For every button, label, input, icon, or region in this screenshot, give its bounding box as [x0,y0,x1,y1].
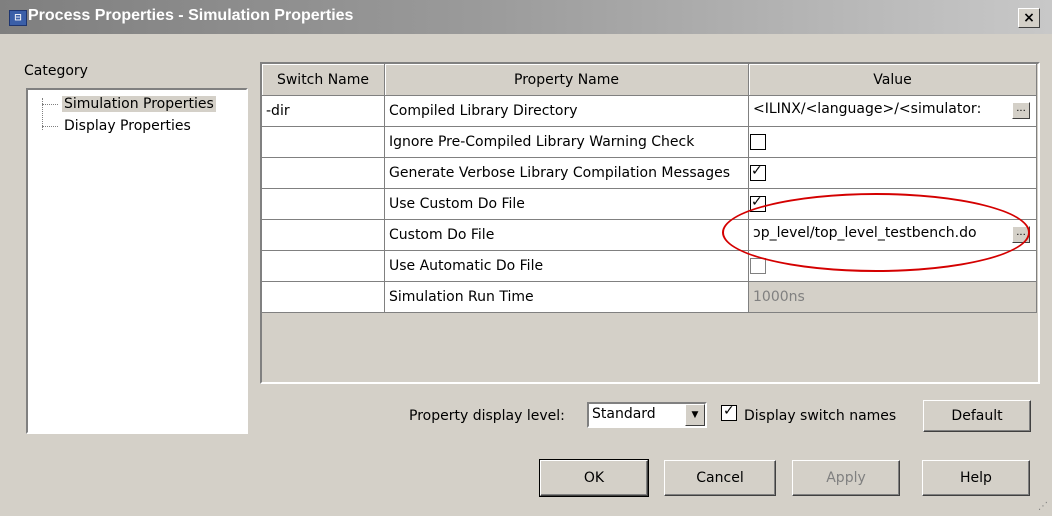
window-title: Process Properties - Simulation Properti… [28,7,354,24]
switch-cell [262,126,385,158]
checkmark-icon: ✓ [751,163,763,179]
apply-button[interactable]: Apply [792,460,900,496]
simulation-run-time-value: 1000ns [753,289,805,305]
tree-item-display-properties[interactable]: Display Properties [42,116,193,136]
value-cell[interactable]: ✓ [748,188,1037,220]
switch-cell [262,157,385,189]
value-cell[interactable]: ɔp_level/top_level_testbench.do ... [748,219,1037,251]
value-cell[interactable] [748,250,1037,282]
property-table: Switch Name Property Name Value -dir Com… [262,64,1037,313]
property-display-level-value: Standard [592,406,656,422]
column-header-value[interactable]: Value [748,64,1037,96]
table-row[interactable]: Use Custom Do File ✓ [262,188,1037,220]
display-switch-names-label[interactable]: Display switch names [744,408,896,424]
tree-item-label: Display Properties [64,118,191,134]
property-grid[interactable]: Switch Name Property Name Value -dir Com… [260,62,1040,384]
table-row[interactable]: Custom Do File ɔp_level/top_level_testbe… [262,219,1037,251]
browse-button[interactable]: ... [1012,226,1030,243]
ignore-warning-checkbox[interactable] [750,134,766,150]
category-label: Category [24,63,88,79]
tree-item-label: Simulation Properties [62,96,216,112]
table-row[interactable]: Ignore Pre-Compiled Library Warning Chec… [262,126,1037,158]
property-name-cell: Use Automatic Do File [384,250,749,282]
resize-grip-icon[interactable]: ⋰ [1038,501,1048,512]
help-button[interactable]: Help [922,460,1030,496]
table-row[interactable]: Generate Verbose Library Compilation Mes… [262,157,1037,189]
switch-cell: -dir [262,95,385,127]
checkmark-icon: ✓ [751,194,763,210]
property-display-level-label: Property display level: [409,408,565,424]
switch-cell [262,219,385,251]
close-button[interactable]: × [1018,8,1040,28]
tree-item-simulation-properties[interactable]: Simulation Properties [42,94,216,114]
category-tree[interactable]: Simulation Properties Display Properties [26,88,248,434]
value-cell: 1000ns [748,281,1037,313]
property-name-cell: Simulation Run Time [384,281,749,313]
browse-button[interactable]: ... [1012,102,1030,119]
display-switch-names-checkbox[interactable]: ✓ [721,403,737,421]
custom-do-file-value[interactable]: ɔp_level/top_level_testbench.do [753,225,977,241]
property-name-cell: Ignore Pre-Compiled Library Warning Chec… [384,126,749,158]
compiled-library-directory-value[interactable]: :ILINX/<language>/<simulator> [753,101,981,117]
property-name-cell: Compiled Library Directory [384,95,749,127]
value-cell[interactable]: :ILINX/<language>/<simulator> ... [748,95,1037,127]
chevron-down-icon[interactable]: ▼ [685,404,705,426]
checkmark-icon: ✓ [723,403,735,419]
column-header-property-name[interactable]: Property Name [384,64,749,96]
property-name-cell: Generate Verbose Library Compilation Mes… [384,157,749,189]
value-cell[interactable]: ✓ [748,157,1037,189]
table-row[interactable]: Simulation Run Time 1000ns [262,281,1037,313]
switch-cell [262,188,385,220]
properties-app-icon: ⊟ [9,10,27,26]
cancel-button[interactable]: Cancel [664,460,776,496]
column-header-switch-name[interactable]: Switch Name [262,64,385,96]
default-button[interactable]: Default [923,400,1031,432]
table-row[interactable]: Use Automatic Do File [262,250,1037,282]
use-automatic-do-file-checkbox[interactable] [750,258,766,274]
verbose-messages-checkbox[interactable]: ✓ [750,163,766,181]
use-custom-do-file-checkbox[interactable]: ✓ [750,194,766,212]
ok-button[interactable]: OK [539,459,649,497]
title-bar: ⊟ Process Properties - Simulation Proper… [0,0,1052,34]
property-name-cell: Use Custom Do File [384,188,749,220]
property-name-cell: Custom Do File [384,219,749,251]
switch-cell [262,281,385,313]
property-display-level-select[interactable]: Standard ▼ [587,402,707,428]
value-cell[interactable] [748,126,1037,158]
switch-cell [262,250,385,282]
table-row[interactable]: -dir Compiled Library Directory :ILINX/<… [262,95,1037,127]
